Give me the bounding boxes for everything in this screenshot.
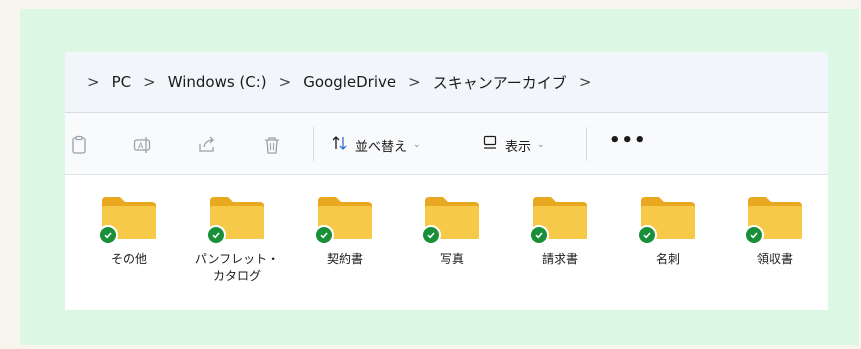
folder-item[interactable]: 写真 [408,195,496,268]
folder-name: 写真 [439,252,464,266]
file-explorer-window: > PC > Windows (C:) > GoogleDrive > スキャン… [65,52,828,310]
folder-icon [529,195,589,245]
folder-icon [637,195,697,245]
breadcrumb-separator: > [87,73,100,91]
folder-item[interactable]: その他 [85,195,173,268]
folder-icon [98,195,158,245]
folder-item[interactable]: 請求書 [516,195,604,268]
breadcrumb-googledrive[interactable]: GoogleDrive [303,73,396,91]
file-grid: その他 パンフレット・ カタログ 契約書 写真 請求書 名刺 領収書 [65,175,828,310]
paste-icon[interactable] [69,135,89,155]
folder-name: パンフレット・ カタログ [194,252,280,283]
folder-item[interactable]: 名刺 [624,195,712,268]
folder-name: 請求書 [541,252,578,266]
svg-text:A: A [138,142,144,151]
chevron-down-icon: ⌄ [413,140,421,150]
chevron-down-icon: ⌄ [537,140,545,150]
synced-check-icon [529,225,549,245]
view-button[interactable]: 表示 ⌄ [483,133,545,157]
synced-check-icon [98,225,118,245]
address-bar[interactable]: > PC > Windows (C:) > GoogleDrive > スキャン… [65,52,828,113]
view-label: 表示 [505,139,532,155]
breadcrumb-pc[interactable]: PC [112,73,132,91]
toolbar-divider [586,127,587,161]
folder-item[interactable]: パンフレット・ カタログ [193,195,281,285]
folder-item[interactable]: 契約書 [301,195,389,268]
breadcrumb-separator[interactable]: > [143,73,156,91]
breadcrumb-scan-archive[interactable]: スキャンアーカイブ [433,72,567,93]
rename-icon[interactable]: A [133,135,153,155]
view-icon [483,135,497,155]
breadcrumb-windows-c[interactable]: Windows (C:) [168,73,267,91]
folder-icon [421,195,481,245]
synced-check-icon [744,225,764,245]
synced-check-icon [637,225,657,245]
folder-icon [206,195,266,245]
toolbar-divider [313,127,314,161]
synced-check-icon [314,225,334,245]
folder-item[interactable]: 領収書 [731,195,819,268]
sort-icon [331,135,349,155]
breadcrumb-separator[interactable]: > [408,73,421,91]
folder-name: 名刺 [655,252,680,266]
synced-check-icon [206,225,226,245]
folder-name: その他 [110,252,147,266]
synced-check-icon [421,225,441,245]
folder-name: 契約書 [326,252,363,266]
folder-icon [314,195,374,245]
command-bar: A 並べ替え ⌄ 表示 ⌄ ••• [65,113,828,175]
folder-icon [744,195,804,245]
share-icon[interactable] [197,135,217,155]
more-options-button[interactable]: ••• [609,130,647,151]
sort-label: 並べ替え [355,139,408,155]
breadcrumb-separator[interactable]: > [579,73,592,91]
folder-name: 領収書 [756,252,793,266]
breadcrumb-separator[interactable]: > [279,73,292,91]
delete-icon[interactable] [262,135,282,155]
sort-button[interactable]: 並べ替え ⌄ [331,133,421,157]
